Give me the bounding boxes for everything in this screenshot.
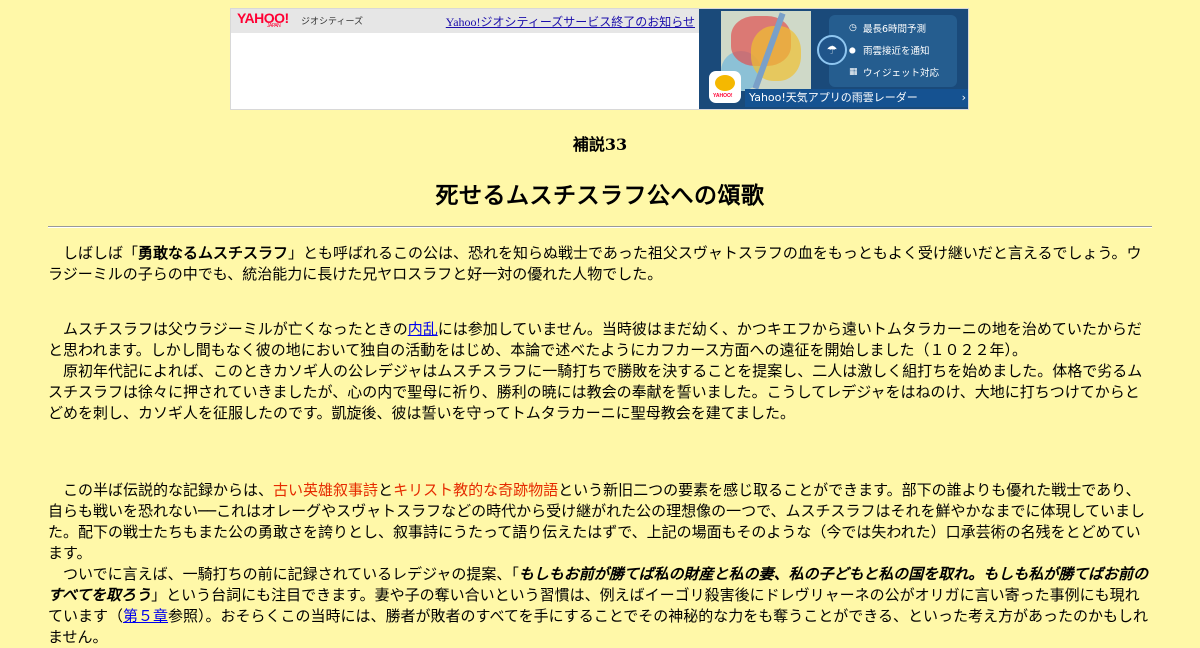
clock-icon: ◷ bbox=[849, 23, 857, 33]
feature-label: 最長6時間予測 bbox=[863, 24, 927, 35]
emphasis-text: 勇敢なるムスチスラフ bbox=[138, 244, 289, 262]
cta-label: Yahoo!天気アプリの雨雲レーダー bbox=[749, 91, 918, 104]
ad-banner[interactable]: YAHOO! JAPAN ジオシティーズ Yahoo!ジオシティーズサービス終了… bbox=[230, 8, 969, 110]
weather-app-ad[interactable]: YAHOO! ◷ 最長6時間予測 ⬤ 雨雲接近を通知 ▦ ウィジェット対応 ☂ … bbox=[699, 9, 968, 109]
paragraph-civil-war: ムスチスラフは父ウラジーミルが亡くなったときの内乱には参加していません。当時彼は… bbox=[48, 320, 1143, 422]
rain-cloud-icon: ☂ bbox=[817, 35, 847, 65]
supplement-number: 補説33 bbox=[572, 135, 628, 154]
highlight-epic: 古い英雄叙事詩 bbox=[273, 481, 379, 499]
geocities-brand: ジオシティーズ bbox=[301, 16, 364, 26]
yahoo-logo[interactable]: YAHOO! JAPAN bbox=[237, 10, 289, 29]
ad-left-panel: YAHOO! JAPAN ジオシティーズ Yahoo!ジオシティーズサービス終了… bbox=[231, 9, 699, 109]
page-title: 死せるムスチスラフ公への頌歌 bbox=[435, 183, 765, 209]
highlight-miracle: キリスト教的な奇跡物語 bbox=[393, 481, 559, 499]
weather-app-cta[interactable]: Yahoo!天気アプリの雨雲レーダー › bbox=[745, 89, 968, 107]
paragraph-intro: しばしば「勇敢なるムスチスラフ」とも呼ばれるこの公は、恐れを知らぬ戦士であった祖… bbox=[48, 244, 1142, 283]
feature-item: ▦ ウィジェット対応 bbox=[829, 61, 957, 83]
chevron-right-icon: › bbox=[961, 91, 966, 104]
feature-label: 雨雲接近を通知 bbox=[863, 46, 930, 57]
pin-icon: ⬤ bbox=[849, 46, 856, 54]
paragraph-analysis: この半ば伝説的な記録からは、古い英雄叙事詩とキリスト教的な奇跡物語という新旧二つ… bbox=[48, 481, 1149, 646]
chapter-5-link[interactable]: 第５章 bbox=[123, 607, 168, 625]
feature-list: ◷ 最長6時間予測 ⬤ 雨雲接近を通知 ▦ ウィジェット対応 bbox=[829, 15, 957, 87]
service-end-notice-link[interactable]: Yahoo!ジオシティーズサービス終了のお知らせ bbox=[446, 13, 695, 30]
weather-app-icon: YAHOO! bbox=[709, 71, 741, 103]
feature-item: ◷ 最長6時間予測 bbox=[829, 17, 957, 39]
civil-war-link[interactable]: 内乱 bbox=[408, 320, 438, 338]
ad-header-bar: YAHOO! JAPAN ジオシティーズ Yahoo!ジオシティーズサービス終了… bbox=[231, 9, 699, 33]
widget-icon: ▦ bbox=[849, 67, 858, 77]
feature-label: ウィジェット対応 bbox=[863, 68, 940, 79]
divider bbox=[48, 226, 1152, 228]
feature-item: ⬤ 雨雲接近を通知 bbox=[829, 39, 957, 61]
yahoo-logo-text: YAHOO! bbox=[237, 10, 289, 26]
